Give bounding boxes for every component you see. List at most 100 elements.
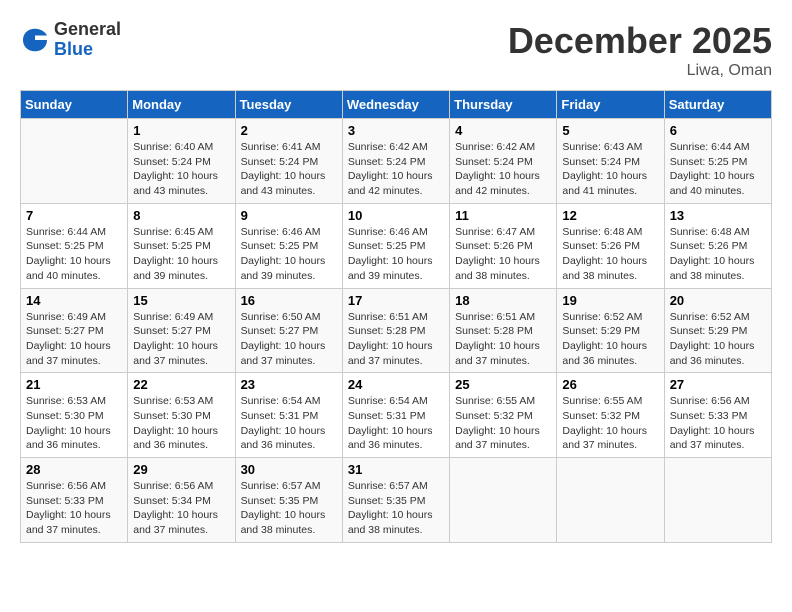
- day-info: Sunrise: 6:57 AMSunset: 5:35 PMDaylight:…: [348, 479, 444, 538]
- day-info: Sunrise: 6:54 AMSunset: 5:31 PMDaylight:…: [348, 394, 444, 453]
- day-info: Sunrise: 6:53 AMSunset: 5:30 PMDaylight:…: [133, 394, 229, 453]
- day-cell: 12 Sunrise: 6:48 AMSunset: 5:26 PMDaylig…: [557, 203, 664, 288]
- day-info: Sunrise: 6:53 AMSunset: 5:30 PMDaylight:…: [26, 394, 122, 453]
- day-cell: 6 Sunrise: 6:44 AMSunset: 5:25 PMDayligh…: [664, 119, 771, 204]
- week-row-3: 14 Sunrise: 6:49 AMSunset: 5:27 PMDaylig…: [21, 288, 772, 373]
- day-cell: [21, 119, 128, 204]
- header-cell-friday: Friday: [557, 91, 664, 119]
- day-number: 1: [133, 123, 229, 138]
- day-cell: 17 Sunrise: 6:51 AMSunset: 5:28 PMDaylig…: [342, 288, 449, 373]
- day-number: 25: [455, 377, 551, 392]
- day-info: Sunrise: 6:52 AMSunset: 5:29 PMDaylight:…: [562, 310, 658, 369]
- header-cell-thursday: Thursday: [450, 91, 557, 119]
- day-number: 21: [26, 377, 122, 392]
- day-cell: 18 Sunrise: 6:51 AMSunset: 5:28 PMDaylig…: [450, 288, 557, 373]
- day-cell: [664, 458, 771, 543]
- calendar-table: SundayMondayTuesdayWednesdayThursdayFrid…: [20, 90, 772, 543]
- header-cell-saturday: Saturday: [664, 91, 771, 119]
- day-cell: 19 Sunrise: 6:52 AMSunset: 5:29 PMDaylig…: [557, 288, 664, 373]
- day-info: Sunrise: 6:48 AMSunset: 5:26 PMDaylight:…: [562, 225, 658, 284]
- day-number: 12: [562, 208, 658, 223]
- day-cell: 2 Sunrise: 6:41 AMSunset: 5:24 PMDayligh…: [235, 119, 342, 204]
- day-info: Sunrise: 6:46 AMSunset: 5:25 PMDaylight:…: [241, 225, 337, 284]
- title-area: December 2025 Liwa, Oman: [508, 20, 772, 80]
- day-number: 2: [241, 123, 337, 138]
- day-info: Sunrise: 6:47 AMSunset: 5:26 PMDaylight:…: [455, 225, 551, 284]
- page-header: General Blue December 2025 Liwa, Oman: [20, 20, 772, 80]
- day-number: 24: [348, 377, 444, 392]
- logo-icon: [20, 25, 50, 55]
- day-cell: 1 Sunrise: 6:40 AMSunset: 5:24 PMDayligh…: [128, 119, 235, 204]
- day-number: 27: [670, 377, 766, 392]
- day-cell: 25 Sunrise: 6:55 AMSunset: 5:32 PMDaylig…: [450, 373, 557, 458]
- day-number: 11: [455, 208, 551, 223]
- day-info: Sunrise: 6:49 AMSunset: 5:27 PMDaylight:…: [26, 310, 122, 369]
- day-cell: 5 Sunrise: 6:43 AMSunset: 5:24 PMDayligh…: [557, 119, 664, 204]
- day-cell: 26 Sunrise: 6:55 AMSunset: 5:32 PMDaylig…: [557, 373, 664, 458]
- day-info: Sunrise: 6:44 AMSunset: 5:25 PMDaylight:…: [670, 140, 766, 199]
- day-number: 29: [133, 462, 229, 477]
- day-number: 6: [670, 123, 766, 138]
- day-number: 20: [670, 293, 766, 308]
- logo-general-text: General: [54, 20, 121, 40]
- day-number: 31: [348, 462, 444, 477]
- day-info: Sunrise: 6:51 AMSunset: 5:28 PMDaylight:…: [455, 310, 551, 369]
- day-cell: 14 Sunrise: 6:49 AMSunset: 5:27 PMDaylig…: [21, 288, 128, 373]
- day-cell: [450, 458, 557, 543]
- day-cell: 8 Sunrise: 6:45 AMSunset: 5:25 PMDayligh…: [128, 203, 235, 288]
- day-number: 15: [133, 293, 229, 308]
- day-number: 30: [241, 462, 337, 477]
- day-number: 22: [133, 377, 229, 392]
- day-cell: 29 Sunrise: 6:56 AMSunset: 5:34 PMDaylig…: [128, 458, 235, 543]
- day-cell: 16 Sunrise: 6:50 AMSunset: 5:27 PMDaylig…: [235, 288, 342, 373]
- day-info: Sunrise: 6:56 AMSunset: 5:33 PMDaylight:…: [670, 394, 766, 453]
- week-row-4: 21 Sunrise: 6:53 AMSunset: 5:30 PMDaylig…: [21, 373, 772, 458]
- day-info: Sunrise: 6:51 AMSunset: 5:28 PMDaylight:…: [348, 310, 444, 369]
- week-row-5: 28 Sunrise: 6:56 AMSunset: 5:33 PMDaylig…: [21, 458, 772, 543]
- logo-text: General Blue: [54, 20, 121, 60]
- day-number: 9: [241, 208, 337, 223]
- day-number: 19: [562, 293, 658, 308]
- day-number: 18: [455, 293, 551, 308]
- logo-blue-text: Blue: [54, 40, 121, 60]
- day-number: 5: [562, 123, 658, 138]
- day-info: Sunrise: 6:52 AMSunset: 5:29 PMDaylight:…: [670, 310, 766, 369]
- day-number: 14: [26, 293, 122, 308]
- day-info: Sunrise: 6:55 AMSunset: 5:32 PMDaylight:…: [455, 394, 551, 453]
- day-cell: 30 Sunrise: 6:57 AMSunset: 5:35 PMDaylig…: [235, 458, 342, 543]
- day-info: Sunrise: 6:45 AMSunset: 5:25 PMDaylight:…: [133, 225, 229, 284]
- logo: General Blue: [20, 20, 121, 60]
- week-row-1: 1 Sunrise: 6:40 AMSunset: 5:24 PMDayligh…: [21, 119, 772, 204]
- day-cell: 24 Sunrise: 6:54 AMSunset: 5:31 PMDaylig…: [342, 373, 449, 458]
- header-cell-wednesday: Wednesday: [342, 91, 449, 119]
- header-cell-monday: Monday: [128, 91, 235, 119]
- day-info: Sunrise: 6:50 AMSunset: 5:27 PMDaylight:…: [241, 310, 337, 369]
- day-info: Sunrise: 6:56 AMSunset: 5:33 PMDaylight:…: [26, 479, 122, 538]
- day-info: Sunrise: 6:55 AMSunset: 5:32 PMDaylight:…: [562, 394, 658, 453]
- day-number: 16: [241, 293, 337, 308]
- day-info: Sunrise: 6:54 AMSunset: 5:31 PMDaylight:…: [241, 394, 337, 453]
- day-cell: 20 Sunrise: 6:52 AMSunset: 5:29 PMDaylig…: [664, 288, 771, 373]
- header-row: SundayMondayTuesdayWednesdayThursdayFrid…: [21, 91, 772, 119]
- day-info: Sunrise: 6:49 AMSunset: 5:27 PMDaylight:…: [133, 310, 229, 369]
- day-number: 28: [26, 462, 122, 477]
- day-number: 26: [562, 377, 658, 392]
- day-number: 10: [348, 208, 444, 223]
- day-info: Sunrise: 6:42 AMSunset: 5:24 PMDaylight:…: [348, 140, 444, 199]
- day-info: Sunrise: 6:46 AMSunset: 5:25 PMDaylight:…: [348, 225, 444, 284]
- day-cell: 11 Sunrise: 6:47 AMSunset: 5:26 PMDaylig…: [450, 203, 557, 288]
- day-info: Sunrise: 6:41 AMSunset: 5:24 PMDaylight:…: [241, 140, 337, 199]
- day-info: Sunrise: 6:40 AMSunset: 5:24 PMDaylight:…: [133, 140, 229, 199]
- day-cell: 7 Sunrise: 6:44 AMSunset: 5:25 PMDayligh…: [21, 203, 128, 288]
- day-number: 3: [348, 123, 444, 138]
- day-number: 23: [241, 377, 337, 392]
- day-cell: [557, 458, 664, 543]
- day-number: 4: [455, 123, 551, 138]
- month-title: December 2025: [508, 20, 772, 62]
- location: Liwa, Oman: [508, 62, 772, 80]
- header-cell-tuesday: Tuesday: [235, 91, 342, 119]
- day-cell: 23 Sunrise: 6:54 AMSunset: 5:31 PMDaylig…: [235, 373, 342, 458]
- day-cell: 15 Sunrise: 6:49 AMSunset: 5:27 PMDaylig…: [128, 288, 235, 373]
- day-number: 13: [670, 208, 766, 223]
- day-number: 8: [133, 208, 229, 223]
